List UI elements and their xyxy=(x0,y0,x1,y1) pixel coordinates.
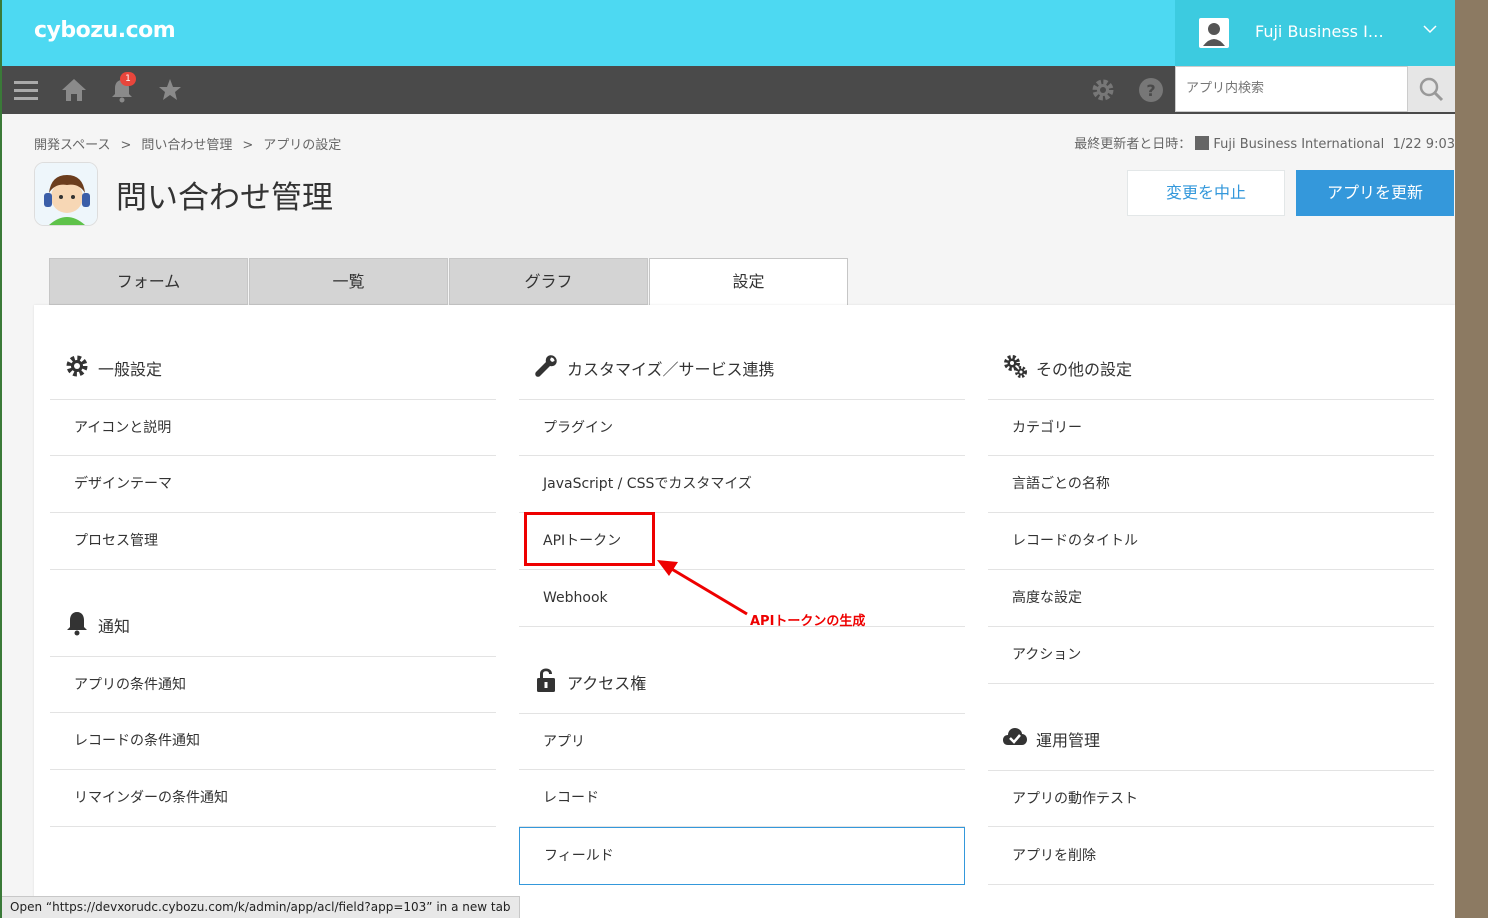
settings-panel: 一般設定 アイコンと説明 デザインテーマ プロセス管理 通知 アプリの条件通知 … xyxy=(34,305,1455,918)
user-icon xyxy=(1195,136,1210,150)
tab-settings[interactable]: 設定 xyxy=(649,258,848,306)
link-access-record[interactable]: レコード xyxy=(519,770,965,827)
last-updated-datetime: 1/22 9:03 xyxy=(1392,137,1455,152)
link-app-condition-notification[interactable]: アプリの条件通知 xyxy=(50,656,496,713)
link-record-condition-notification[interactable]: レコードの条件通知 xyxy=(50,713,496,770)
lock-icon xyxy=(533,667,559,693)
breadcrumb-separator: > xyxy=(242,138,254,153)
link-design-theme[interactable]: デザインテーマ xyxy=(50,456,496,513)
link-js-css-customize[interactable]: JavaScript / CSSでカスタマイズ xyxy=(519,456,965,513)
home-icon[interactable] xyxy=(60,76,88,104)
gear-icon xyxy=(64,353,90,379)
bell-icon xyxy=(64,610,90,636)
section-title: 一般設定 xyxy=(98,360,163,379)
link-process-management[interactable]: プロセス管理 xyxy=(50,513,496,570)
breadcrumb-space[interactable]: 開発スペース xyxy=(34,138,110,153)
user-menu[interactable]: Fuji Business I… xyxy=(1175,0,1455,66)
link-webhook[interactable]: Webhook xyxy=(519,570,965,627)
last-updated: 最終更新者と日時： Fuji Business International 1/… xyxy=(1074,133,1455,152)
svg-text:?: ? xyxy=(1146,81,1155,100)
last-updated-label: 最終更新者と日時： xyxy=(1074,137,1192,152)
link-localized-name[interactable]: 言語ごとの名称 xyxy=(988,456,1434,513)
last-updated-user[interactable]: Fuji Business International xyxy=(1213,137,1384,152)
search-input[interactable] xyxy=(1184,67,1398,109)
tab-form[interactable]: フォーム xyxy=(49,258,248,305)
tab-list[interactable]: 一覧 xyxy=(249,258,448,305)
link-record-title[interactable]: レコードのタイトル xyxy=(988,513,1434,570)
link-app-test[interactable]: アプリの動作テスト xyxy=(988,770,1434,827)
link-access-app[interactable]: アプリ xyxy=(519,713,965,770)
link-plugin[interactable]: プラグイン xyxy=(519,399,965,456)
section-title: カスタマイズ／サービス連携 xyxy=(567,360,775,379)
cybozu-logo[interactable]: cybozu.com xyxy=(34,18,176,43)
page-title: 問い合わせ管理 xyxy=(116,180,333,216)
gear-icon[interactable] xyxy=(1089,76,1117,104)
breadcrumb-app[interactable]: 問い合わせ管理 xyxy=(141,138,232,153)
annotation-label: APIトークンの生成 xyxy=(750,614,866,629)
help-icon[interactable]: ? xyxy=(1137,76,1165,104)
breadcrumb: 開発スペース > 問い合わせ管理 > アプリの設定 xyxy=(34,134,341,153)
link-action[interactable]: アクション xyxy=(988,627,1434,684)
section-title: アクセス権 xyxy=(567,674,647,693)
top-header: cybozu.com Fuji Business I… xyxy=(2,0,1455,66)
menu-icon[interactable] xyxy=(12,76,40,104)
notification-badge: 1 xyxy=(120,72,136,86)
cancel-changes-button[interactable]: 変更を中止 xyxy=(1127,170,1285,216)
section-title: その他の設定 xyxy=(1036,360,1133,379)
section-title: 通知 xyxy=(98,617,131,636)
update-app-button[interactable]: アプリを更新 xyxy=(1296,170,1454,216)
link-delete-app[interactable]: アプリを削除 xyxy=(988,827,1434,885)
user-avatar-icon xyxy=(1199,18,1229,48)
link-icon-description[interactable]: アイコンと説明 xyxy=(50,399,496,456)
link-advanced-settings[interactable]: 高度な設定 xyxy=(988,570,1434,627)
browser-status-bar: Open “https://devxorudc.cybozu.com/k/adm… xyxy=(2,896,520,918)
chevron-down-icon[interactable] xyxy=(1423,22,1437,38)
cloud-check-icon xyxy=(1002,724,1028,750)
link-access-field[interactable]: フィールド xyxy=(519,827,965,885)
star-icon[interactable] xyxy=(156,76,184,104)
app-icon xyxy=(34,162,98,226)
gears-icon xyxy=(1002,353,1028,379)
annotation-highlight-box xyxy=(524,512,655,566)
window-edge-right xyxy=(1454,0,1488,918)
app-search xyxy=(1175,66,1408,112)
search-button[interactable] xyxy=(1408,66,1455,112)
breadcrumb-settings: アプリの設定 xyxy=(263,138,342,153)
global-nav: 1 ? xyxy=(2,66,1455,114)
user-name: Fuji Business I… xyxy=(1255,22,1384,41)
wrench-icon xyxy=(533,353,559,379)
link-reminder-notification[interactable]: リマインダーの条件通知 xyxy=(50,770,496,827)
section-title: 運用管理 xyxy=(1036,731,1101,750)
link-category[interactable]: カテゴリー xyxy=(988,399,1434,456)
breadcrumb-separator: > xyxy=(120,138,132,153)
tab-graph[interactable]: グラフ xyxy=(449,258,648,305)
app-viewport: cybozu.com Fuji Business I… 1 ? アプリ内検索 開… xyxy=(2,0,1455,918)
